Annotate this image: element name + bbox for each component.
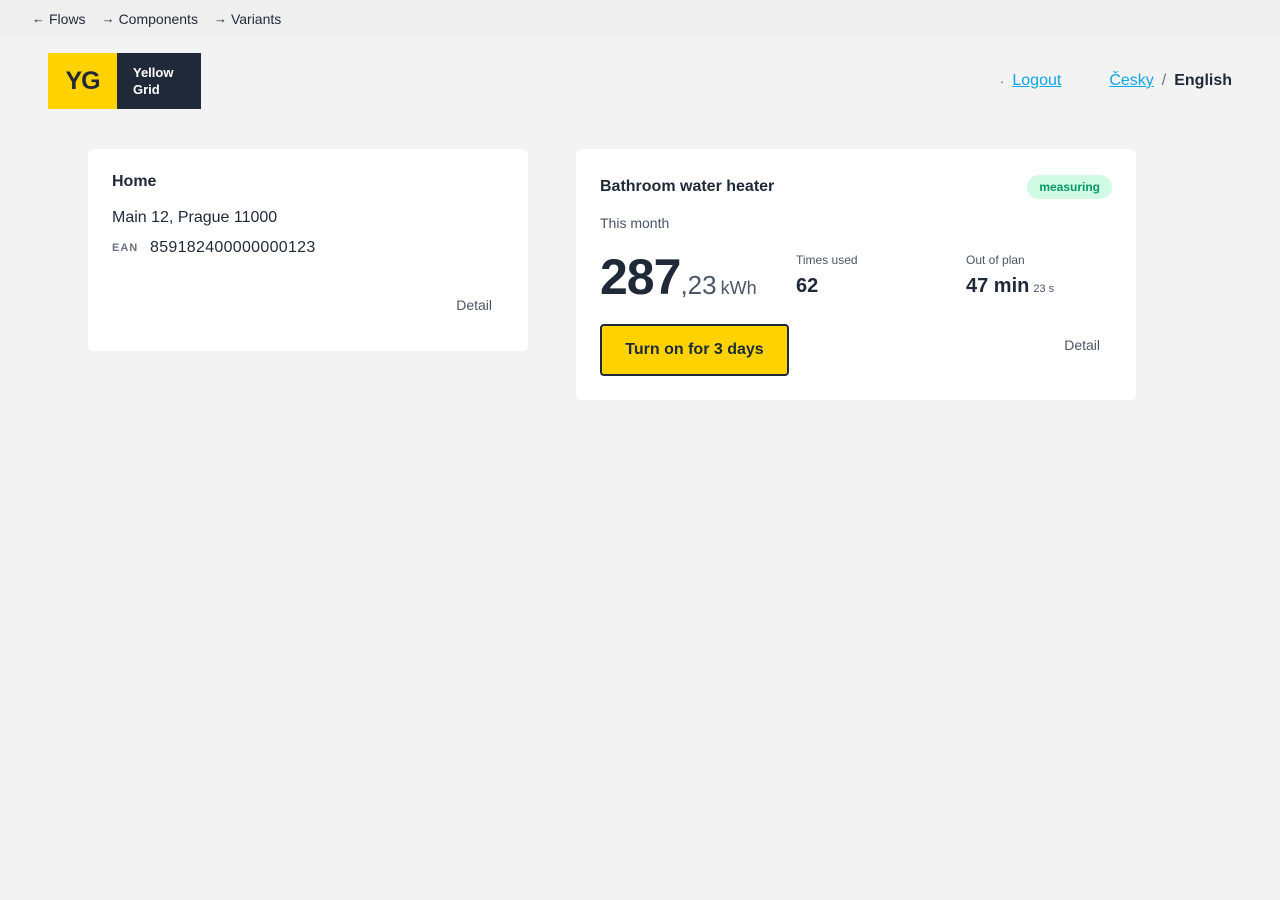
ean-label: EAN: [112, 242, 139, 254]
out-of-plan-seconds: 23 s: [1033, 283, 1055, 295]
status-badge: measuring: [1027, 175, 1112, 199]
out-of-plan-stat: Out of plan 47 min 23 s: [966, 253, 1054, 298]
times-used-stat: Times used 62: [796, 253, 858, 298]
home-card-title: Home: [112, 173, 157, 190]
logo-wordmark: Yellow Grid: [117, 53, 201, 109]
language-english-current: English: [1174, 72, 1232, 89]
heater-card-header: Bathroom water heater measuring: [600, 175, 1112, 199]
energy-decimal: ,23: [680, 270, 717, 300]
heater-stats: 287 ,23 kWh Times used 62 Out of plan 47…: [600, 249, 1112, 309]
heater-detail-link[interactable]: Detail: [1064, 337, 1100, 353]
language-czech-link[interactable]: Česky: [1109, 72, 1153, 90]
home-address: Main 12, Prague 11000: [112, 209, 278, 226]
flows-link-label: Flows: [49, 10, 86, 27]
out-of-plan-label: Out of plan: [966, 253, 1025, 267]
variants-link-label: Variants: [230, 10, 282, 27]
times-used-label: Times used: [796, 253, 858, 267]
variants-link[interactable]: → Variants: [214, 11, 281, 27]
logout-link[interactable]: Logout: [1012, 72, 1061, 90]
home-card: Home Main 12, Prague 11000 EAN 859182400…: [88, 149, 528, 351]
components-link-label: Components: [118, 10, 198, 27]
components-link[interactable]: → Components: [102, 11, 198, 27]
arrow-left-icon: ←: [32, 11, 45, 26]
out-of-plan-minutes: 47 min: [966, 275, 1030, 297]
home-detail-link[interactable]: Detail: [456, 297, 492, 313]
ean-value: 859182400000000123: [150, 239, 316, 256]
heater-card-title: Bathroom water heater: [600, 178, 775, 195]
period-label: This month: [600, 215, 670, 231]
logo-line-2: Grid: [133, 82, 160, 97]
turn-on-button[interactable]: Turn on for 3 days: [600, 324, 789, 376]
energy-consumption: 287 ,23 kWh: [600, 249, 757, 305]
dev-navigation: ← Flows → Components → Variants: [0, 0, 1280, 37]
separator-dot: ·: [999, 73, 1005, 89]
energy-integer: 287: [600, 249, 681, 305]
language-separator: /: [1161, 72, 1167, 89]
times-used-number: 62: [796, 275, 819, 297]
logo[interactable]: YG Yellow Grid: [48, 53, 201, 109]
ean-row: EAN 859182400000000123: [112, 239, 504, 257]
header-actions: · Logout Česky / English: [1000, 72, 1232, 90]
out-of-plan-value: 47 min 23 s: [966, 275, 1054, 298]
logo-mark: YG: [48, 53, 117, 109]
flows-link[interactable]: ← Flows: [32, 11, 86, 27]
times-used-value: 62: [796, 275, 858, 298]
energy-unit: kWh: [720, 278, 757, 298]
arrow-right-icon: →: [101, 11, 115, 26]
water-heater-card: Bathroom water heater measuring This mon…: [576, 149, 1136, 400]
logo-line-1: Yellow: [133, 65, 174, 80]
site-header: YG Yellow Grid · Logout Česky / English: [48, 53, 1232, 109]
arrow-right-icon: →: [213, 11, 227, 26]
